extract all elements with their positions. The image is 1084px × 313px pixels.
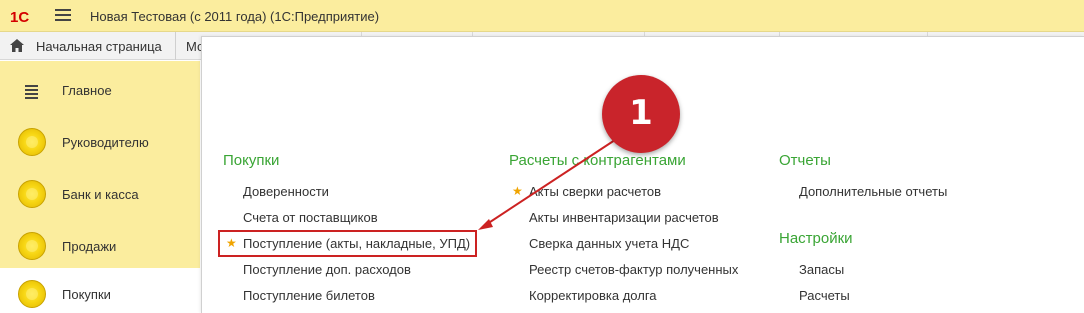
sidebar-item-manager[interactable]: Руководителю [0,116,200,168]
home-icon [10,39,24,52]
1c-logo[interactable]: 1С [10,8,40,24]
sidebar-item-label: Покупки [62,287,111,302]
section-header-reports: Отчеты [779,152,831,169]
sidebar-item-bank[interactable]: Банк и касса [0,168,200,220]
link-vat-reconciliation[interactable]: Сверка данных учета НДС [529,236,689,251]
section-header-settlements: Расчеты с контрагентами [509,152,686,169]
window-title: Новая Тестовая (с 2011 года) (1С:Предпри… [90,9,380,24]
link-settlement-settings[interactable]: Расчеты [799,288,850,303]
link-power-of-attorney[interactable]: Доверенности [243,184,329,199]
main-menu-icon[interactable] [55,9,71,23]
sections-sidebar: Главное Руководителю Банк и касса Продаж… [0,61,200,313]
section-header-settings: Настройки [779,230,853,247]
link-additional-expenses[interactable]: Поступление доп. расходов [243,262,411,277]
coin-icon [18,180,46,208]
sidebar-item-label: Банк и касса [62,187,139,202]
coin-icon [18,232,46,260]
sidebar-item-label: Главное [62,83,112,98]
star-icon[interactable]: ★ [512,185,523,197]
link-ticket-receipts[interactable]: Поступление билетов [243,288,375,303]
svg-text:1С: 1С [10,9,29,24]
tab-home[interactable]: Начальная страница [0,32,176,60]
list-icon [25,85,38,99]
coin-icon [18,128,46,156]
tab-home-label: Начальная страница [36,39,162,54]
coin-icon [18,280,46,308]
sidebar-item-label: Руководителю [62,135,149,150]
sidebar-item-sales[interactable]: Продажи [0,220,200,272]
link-supplier-invoices[interactable]: Счета от поставщиков [243,210,378,225]
link-debt-adjustment[interactable]: Корректировка долга [529,288,657,303]
link-invoice-register[interactable]: Реестр счетов-фактур полученных [529,262,738,277]
section-header-purchases: Покупки [223,152,280,169]
highlight-box [218,230,477,257]
link-inventory-settings[interactable]: Запасы [799,262,844,277]
step-number: 1 [629,93,653,133]
sidebar-item-purchases[interactable]: Покупки [0,268,200,313]
title-bar: 1С Новая Тестовая (с 2011 года) (1С:Пред… [0,0,1084,32]
link-reconciliation-acts[interactable]: Акты сверки расчетов [529,184,661,199]
sidebar-item-label: Продажи [62,239,117,254]
link-inventory-acts[interactable]: Акты инвентаризации расчетов [529,210,719,225]
link-additional-reports[interactable]: Дополнительные отчеты [799,184,947,199]
step-badge: 1 [602,75,680,153]
sidebar-item-main[interactable]: Главное [0,64,200,116]
